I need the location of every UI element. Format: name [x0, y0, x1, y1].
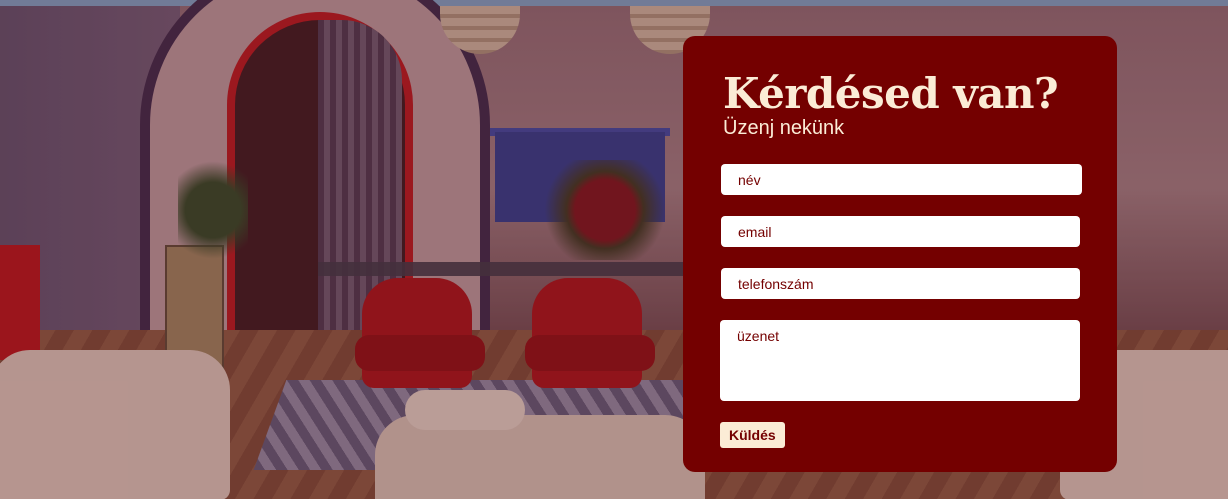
email-input[interactable] [721, 216, 1080, 247]
form-title: Kérdésed van? [723, 69, 1059, 118]
contact-section: Kérdésed van? Üzenj nekünk Küldés [0, 0, 1228, 499]
contact-form-card: Kérdésed van? Üzenj nekünk Küldés [683, 36, 1117, 472]
phone-input[interactable] [721, 268, 1080, 299]
name-input[interactable] [721, 164, 1082, 195]
message-textarea[interactable] [720, 320, 1080, 401]
form-subtitle: Üzenj nekünk [723, 117, 845, 139]
send-button[interactable]: Küldés [720, 422, 785, 448]
